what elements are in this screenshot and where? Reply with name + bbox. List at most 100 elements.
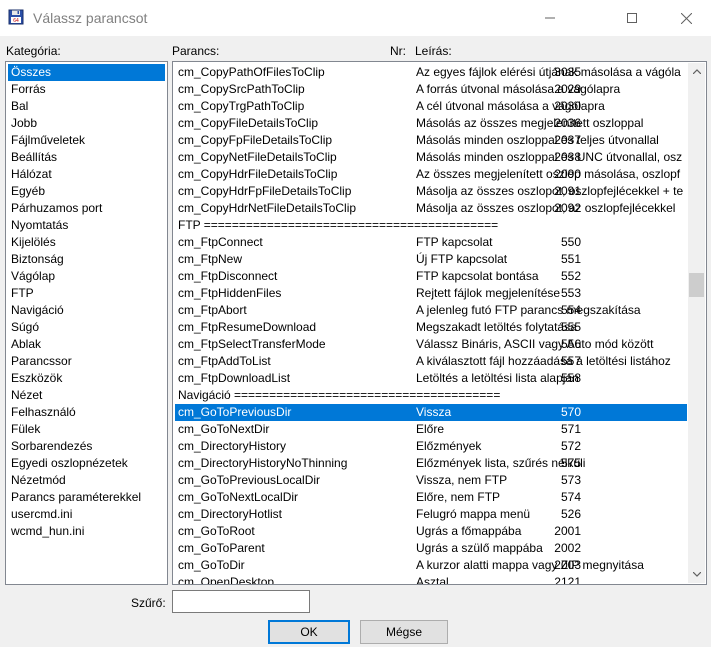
filter-input[interactable] [172,590,310,613]
category-item[interactable]: Jobb [8,115,165,132]
command-row[interactable]: cm_DirectoryHistory 572 Előzmények [175,438,687,455]
command-row[interactable]: cm_FtpResumeDownload 555 Megszakadt letölt… [175,319,687,336]
floppy-disk-icon: 64 [8,9,24,25]
command-description: Másolás minden oszloppal és UNC útvonall… [416,150,683,164]
command-row[interactable]: cm_GoToPreviousLocalDir 573 Vissza, nem FT… [175,472,687,489]
command-name: cm_FtpAddToList [178,354,271,368]
command-row[interactable]: cm_GoToNextDir 571 Előre [175,421,687,438]
minimize-icon [545,17,555,19]
vertical-scrollbar[interactable] [688,63,705,583]
command-description: Rejtett fájlok megjelenítése [416,286,561,300]
category-item[interactable]: Bal [8,98,165,115]
command-list[interactable]: cm_CopyPathOfFilesToClip 3035 Az egyes fáj… [172,61,707,585]
command-row[interactable]: cm_CopyFileDetailsToClip 2036 Másolás az ö… [175,115,687,132]
command-name: cm_CopyHdrFileDetailsToClip [178,167,338,181]
category-item[interactable]: Súgó [8,319,165,336]
command-row[interactable]: cm_DirectoryHistoryNoThinning 575 Előzmény… [175,455,687,472]
command-name: cm_FtpNew [178,252,243,266]
category-item[interactable]: Kijelölés [8,234,165,251]
category-item[interactable]: Egyedi oszlopnézetek [8,455,165,472]
category-item[interactable]: Nézetmód [8,472,165,489]
category-item[interactable]: Parancs paraméterekkel [8,489,165,506]
command-name: cm_CopyNetFileDetailsToClip [178,150,337,164]
command-description: Új FTP kapcsolat [416,252,508,266]
ok-button[interactable]: OK [268,620,350,644]
category-item[interactable]: Felhasználó [8,404,165,421]
category-item[interactable]: Nyomtatás [8,217,165,234]
category-item[interactable]: Hálózat [8,166,165,183]
category-item[interactable]: Ablak [8,336,165,353]
command-description: Az összes megjelenített oszlop másolása,… [416,167,681,181]
command-separator-row[interactable]: Navigáció ==============================… [175,387,687,404]
command-row[interactable]: cm_GoToParent 2002 Ugrás a szülő mappába [175,540,687,557]
command-description: Másolás minden oszloppal és teljes útvon… [416,133,659,147]
cancel-button[interactable]: Mégse [360,620,448,644]
command-row[interactable]: cm_FtpDownloadList 558 Letöltés a letöltés… [175,370,687,387]
title-bar[interactable]: 64 Válassz parancsot [0,0,711,36]
category-item[interactable]: Navigáció [8,302,165,319]
command-description: A kurzor alatti mappa vagy ZIP megnyitás… [416,558,644,572]
command-row[interactable]: cm_GoToNextLocalDir 574 Előre, nem FTP [175,489,687,506]
command-row[interactable]: cm_CopyNetFileDetailsToClip 2038 Másolás m… [175,149,687,166]
category-item[interactable]: Vágólap [8,268,165,285]
command-row[interactable]: cm_FtpNew 551 Új FTP kapcsolat [175,251,687,268]
category-item[interactable]: Fájlműveletek [8,132,165,149]
command-row[interactable]: cm_FtpAddToList 557 A kiválasztott fájl ho… [175,353,687,370]
command-description: Előzmények [416,439,482,453]
scroll-up-button[interactable] [688,63,705,80]
category-item[interactable]: Beállítás [8,149,165,166]
minimize-button[interactable] [527,0,573,36]
category-item[interactable]: Összes [8,64,165,81]
command-row[interactable]: cm_CopyPathOfFilesToClip 3035 Az egyes fáj… [175,64,687,81]
command-row[interactable]: cm_CopyHdrFileDetailsToClip 2090 Az összes… [175,166,687,183]
category-label: Kategória: [6,44,61,58]
command-name: cm_FtpSelectTransferMode [178,337,326,351]
close-button[interactable] [661,0,711,36]
maximize-button[interactable] [613,0,651,36]
separator-label: Navigáció ==============================… [178,388,501,402]
command-row[interactable]: cm_GoToRoot 2001 Ugrás a főmappába [175,523,687,540]
category-item[interactable]: Fülek [8,421,165,438]
command-row[interactable]: cm_FtpSelectTransferMode 556 Válassz Binár… [175,336,687,353]
category-item[interactable]: FTP [8,285,165,302]
command-row[interactable]: cm_CopySrcPathToClip 2029 A forrás útvonal… [175,81,687,98]
command-row[interactable]: cm_DirectoryHotlist 526 Felugró mappa menü [175,506,687,523]
command-label: Parancs: [172,44,220,58]
command-description: FTP kapcsolat [416,235,493,249]
command-row[interactable]: cm_FtpConnect 550 FTP kapcsolat [175,234,687,251]
command-row[interactable]: cm_CopyFpFileDetailsToClip 2037 Másolás mi… [175,132,687,149]
category-item[interactable]: Biztonság [8,251,165,268]
command-row[interactable]: cm_FtpDisconnect 552 FTP kapcsolat bontása [175,268,687,285]
command-separator-row[interactable]: FTP ====================================… [175,217,687,234]
command-row[interactable]: cm_CopyTrgPathToClip 2030 A cél útvonal má… [175,98,687,115]
scroll-down-button[interactable] [688,566,705,583]
command-description: A jelenleg futó FTP parancs megszakítása [416,303,641,317]
command-description: FTP kapcsolat bontása [416,269,539,283]
category-item[interactable]: Eszközök [8,370,165,387]
category-list[interactable]: Összes Forrás Bal Jobb Fájlműveletek Beállítá… [5,61,168,585]
command-row[interactable]: cm_CopyHdrFpFileDetailsToClip 2091 Másolja… [175,183,687,200]
category-item[interactable]: Forrás [8,81,165,98]
command-row[interactable]: cm_CopyHdrNetFileDetailsToClip 2092 Másolj… [175,200,687,217]
maximize-icon [627,13,637,23]
command-name: cm_GoToPreviousLocalDir [178,473,321,487]
command-row[interactable]: cm_GoToPreviousDir 570 Vissza [175,404,687,421]
command-description: Felugró mappa menü [416,507,531,521]
command-name: cm_CopyHdrNetFileDetailsToClip [178,201,357,215]
command-description: Letöltés a letöltési lista alapján [416,371,579,385]
category-item[interactable]: Parancssor [8,353,165,370]
command-row[interactable]: cm_FtpHiddenFiles 553 Rejtett fájlok megje… [175,285,687,302]
command-row[interactable]: cm_FtpAbort 554 A jelenleg futó FTP paranc… [175,302,687,319]
command-row[interactable]: cm_GoToDir 2003 A kurzor alatti mappa vagy… [175,557,687,574]
scroll-thumb[interactable] [689,273,704,297]
command-nr: 571 [560,422,581,436]
command-name: cm_GoToRoot [178,524,255,538]
category-item[interactable]: Párhuzamos port [8,200,165,217]
category-item[interactable]: wcmd_hun.ini [8,523,165,540]
category-item[interactable]: usercmd.ini [8,506,165,523]
category-item[interactable]: Sorbarendezés [8,438,165,455]
command-row[interactable]: cm_OpenDesktop 2121 Asztal [175,574,687,584]
category-item[interactable]: Egyéb [8,183,165,200]
command-description: Másolja az összes oszlopot, az oszlopfej… [416,201,676,215]
category-item[interactable]: Nézet [8,387,165,404]
